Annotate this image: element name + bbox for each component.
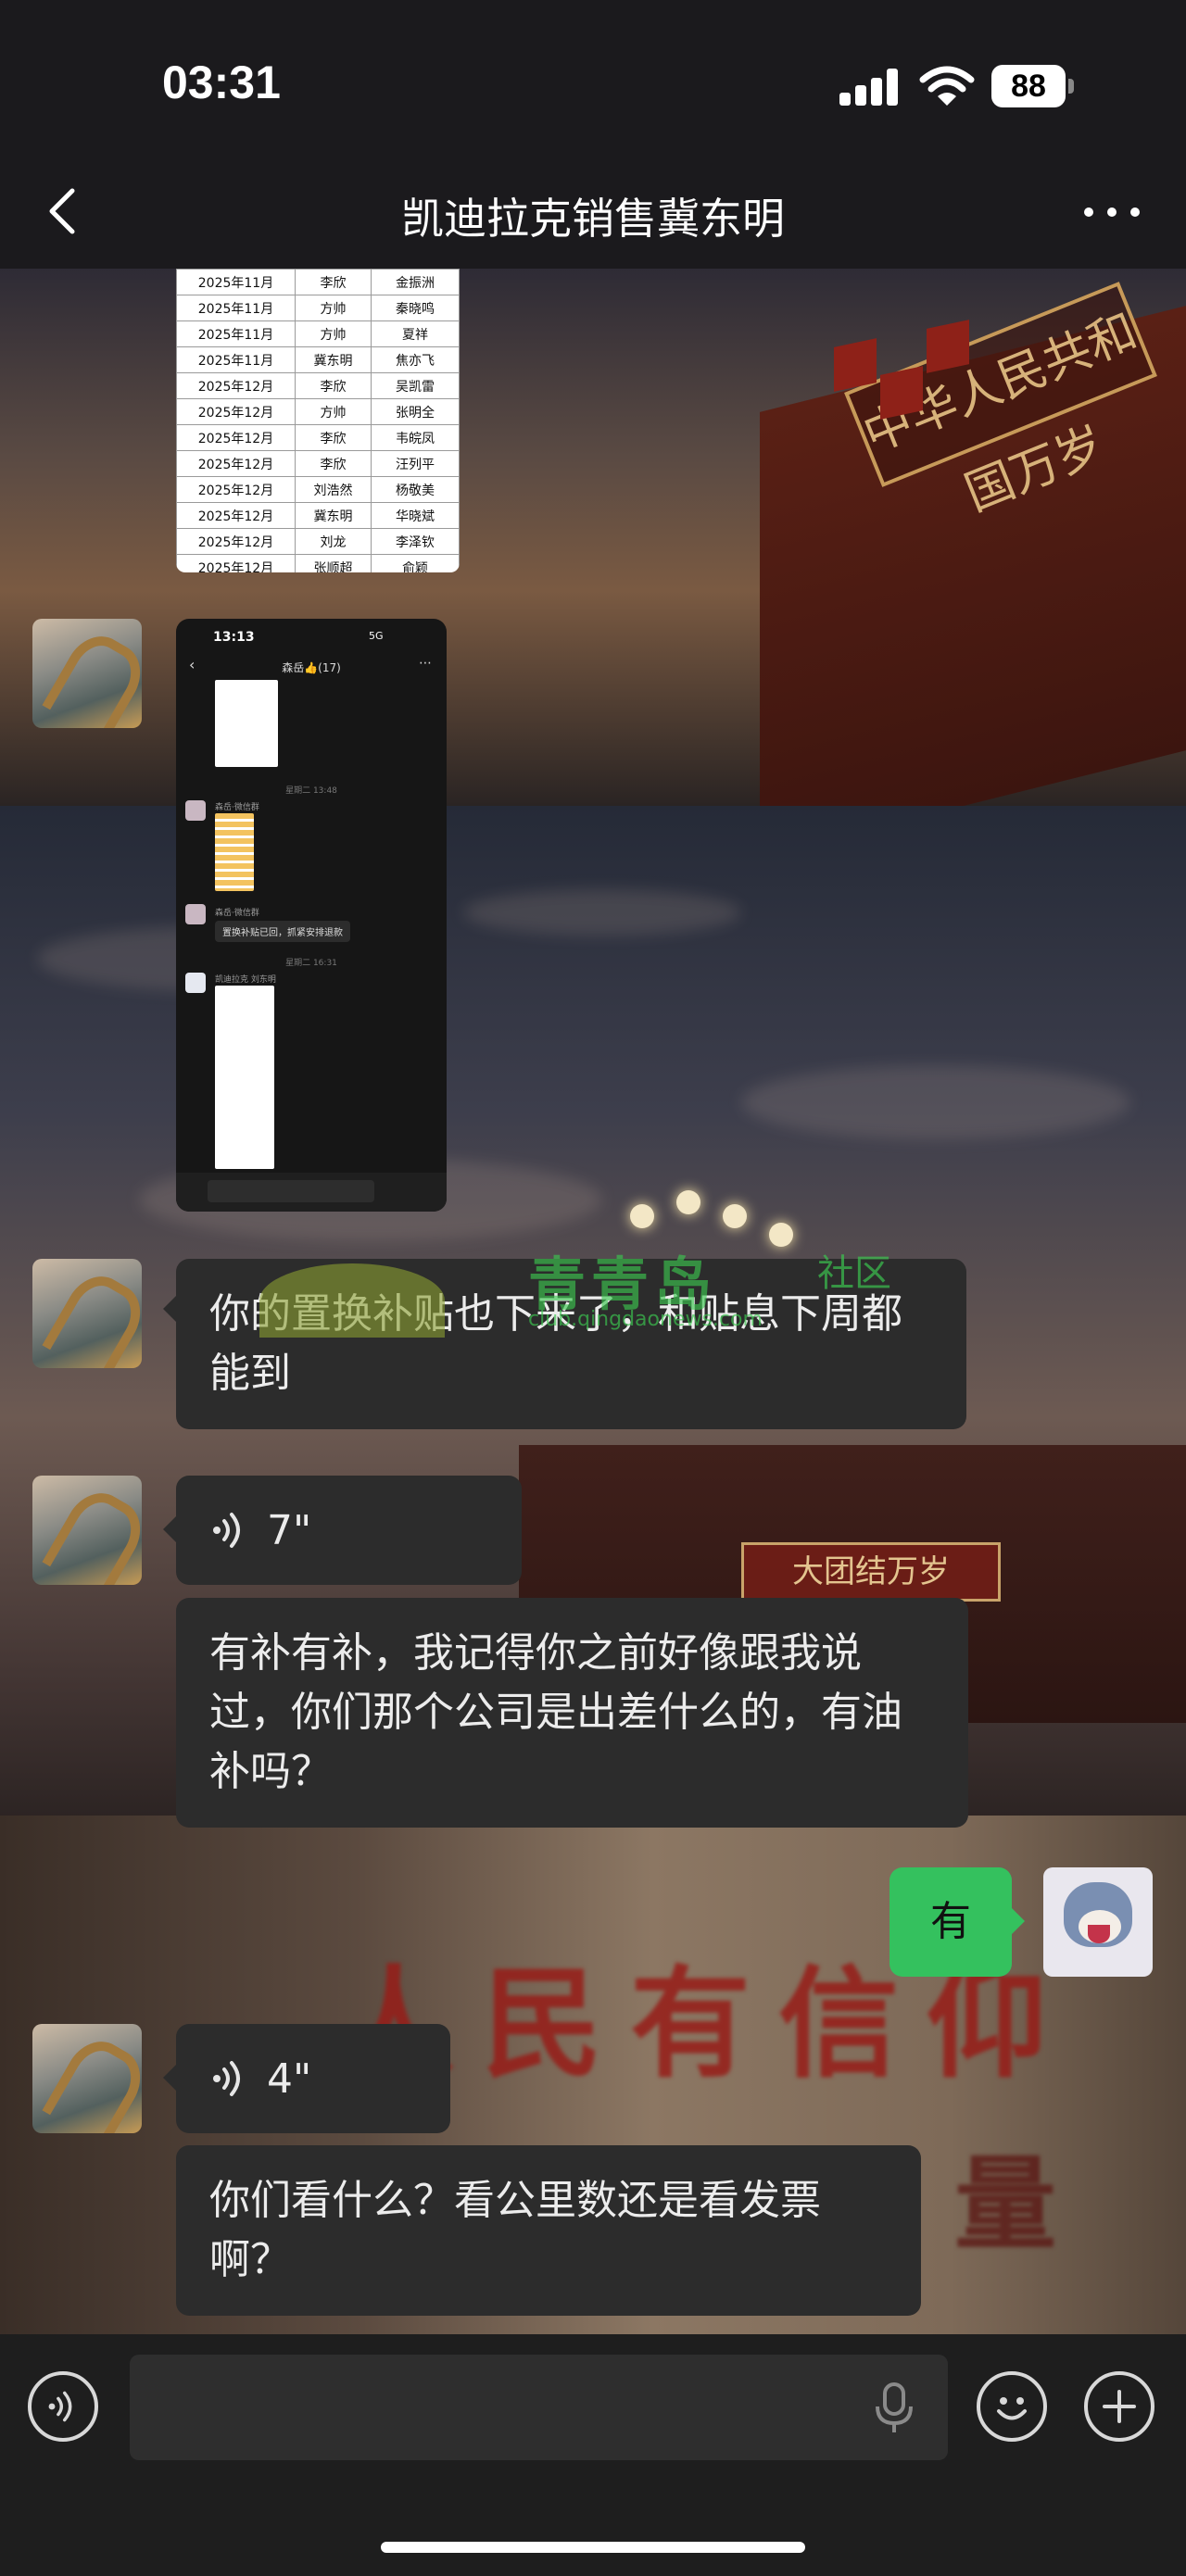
table-cell: 张顺超	[295, 554, 372, 572]
voice-duration: 7"	[267, 1507, 312, 1554]
more-options-icon[interactable]	[1075, 183, 1149, 239]
sales-table-image[interactable]: 2025年11月 李欣 金振洲 2025年11月 方帅 秦晓鸣 2025年11月 方帅 夏祥 20…	[176, 269, 460, 572]
table-cell: 2025年11月	[176, 320, 296, 347]
table-cell: 冀东明	[295, 502, 372, 529]
table-cell: 方帅	[295, 295, 372, 321]
table-cell: 2025年12月	[176, 554, 296, 572]
table-row: 2025年12月 李欣 吴凯雷	[176, 372, 460, 399]
table-cell: 焦亦飞	[371, 346, 460, 373]
table-row: 2025年12月 李欣 韦皖凤	[176, 424, 460, 451]
table-cell: 2025年12月	[176, 528, 296, 555]
table-cell: 华晓斌	[371, 502, 460, 529]
chat-screenshot-image[interactable]: 13:13 5G ‹ 森岳👍(17) ⋯ 星期二 13:48 森岳·微信群 森岳…	[176, 619, 447, 1212]
table-cell: 俞颖	[371, 554, 460, 572]
table-cell: 李泽钦	[371, 528, 460, 555]
table-cell: 夏祥	[371, 320, 460, 347]
table-cell: 2025年11月	[176, 269, 296, 295]
table-row: 2025年12月 刘浩然 杨敬美	[176, 476, 460, 503]
table-cell: 李欣	[295, 424, 372, 451]
table-cell: 2025年11月	[176, 295, 296, 321]
message-bubble[interactable]: 有补有补，我记得你之前好像跟我说过，你们那个公司是出差什么的，有油补吗？	[176, 1598, 968, 1828]
voice-wave-icon	[213, 1513, 240, 1548]
table-cell: 方帅	[295, 320, 372, 347]
smiley-icon	[997, 2397, 1027, 2420]
table-cell: 李欣	[295, 450, 372, 477]
table-cell: 2025年12月	[176, 502, 296, 529]
message-bubble[interactable]: 你的置换补贴也下来了，和贴息下周都能到	[163, 1259, 966, 1429]
table-cell: 秦晓鸣	[371, 295, 460, 321]
my-avatar[interactable]	[1043, 1867, 1153, 1977]
emoji-button[interactable]	[977, 2371, 1047, 2442]
battery-level: 88	[991, 65, 1066, 107]
plus-icon	[1103, 2390, 1136, 2423]
battery-indicator: 88	[991, 65, 1075, 107]
contact-avatar[interactable]	[32, 1476, 142, 1585]
table-cell: 2025年12月	[176, 398, 296, 425]
status-bar: 03:31 88	[0, 0, 1186, 157]
table-cell: 2025年12月	[176, 424, 296, 451]
table-cell: 冀东明	[295, 346, 372, 373]
table-cell: 杨敬美	[371, 476, 460, 503]
table-row: 2025年12月 方帅 张明全	[176, 398, 460, 425]
table-cell: 李欣	[295, 372, 372, 399]
message-input[interactable]	[130, 2355, 948, 2460]
cellular-signal-icon	[839, 69, 901, 106]
table-cell: 2025年12月	[176, 372, 296, 399]
chat-header: 凯迪拉克销售冀东明	[0, 157, 1186, 269]
table-cell: 刘浩然	[295, 476, 372, 503]
table-cell: 2025年12月	[176, 476, 296, 503]
more-functions-button[interactable]	[1084, 2371, 1154, 2442]
table-row: 2025年12月 冀东明 华晓斌	[176, 502, 460, 529]
wifi-icon	[919, 66, 975, 106]
table-row: 2025年11月 方帅 夏祥	[176, 320, 460, 347]
input-toolbar	[0, 2334, 1186, 2576]
table-cell: 金振洲	[371, 269, 460, 295]
table-cell: 2025年12月	[176, 450, 296, 477]
message-list[interactable]: 2025年11月 李欣 金振洲 2025年11月 方帅 秦晓鸣 2025年11月 方帅 夏祥 20…	[0, 269, 1186, 2334]
table-row: 2025年11月 冀东明 焦亦飞	[176, 346, 460, 373]
voice-message[interactable]: 4"	[163, 2024, 450, 2133]
contact-avatar[interactable]	[32, 619, 142, 728]
table-row: 2025年12月 刘龙 李泽钦	[176, 528, 460, 555]
table-cell: 吴凯雷	[371, 372, 460, 399]
my-message-bubble[interactable]: 有	[890, 1867, 1025, 1977]
table-cell: 汪列平	[371, 450, 460, 477]
table-cell: 张明全	[371, 398, 460, 425]
message-bubble[interactable]: 你们看什么？看公里数还是看发票啊？	[176, 2145, 921, 2316]
contact-avatar[interactable]	[32, 2024, 142, 2133]
table-row: 2025年11月 李欣 金振洲	[176, 269, 460, 295]
chat-title: 凯迪拉克销售冀东明	[401, 194, 785, 244]
home-indicator[interactable]	[381, 2542, 805, 2553]
voice-message[interactable]: 7"	[163, 1476, 522, 1585]
table-cell: 方帅	[295, 398, 372, 425]
voice-input-button[interactable]	[28, 2371, 98, 2442]
microphone-icon[interactable]	[871, 2382, 917, 2434]
voice-wave-icon	[213, 2061, 240, 2096]
status-time: 03:31	[162, 57, 281, 108]
table-row: 2025年12月 张顺超 俞颖	[176, 554, 460, 572]
contact-avatar[interactable]	[32, 1259, 142, 1368]
sales-table: 2025年11月 李欣 金振洲 2025年11月 方帅 秦晓鸣 2025年11月 方帅 夏祥 20…	[176, 269, 460, 572]
table-cell: 韦皖凤	[371, 424, 460, 451]
table-cell: 刘龙	[295, 528, 372, 555]
table-row: 2025年12月 李欣 汪列平	[176, 450, 460, 477]
table-row: 2025年11月 方帅 秦晓鸣	[176, 295, 460, 321]
table-cell: 李欣	[295, 269, 372, 295]
screenshot-more-icon: ⋯	[419, 656, 432, 671]
table-cell: 2025年11月	[176, 346, 296, 373]
voice-wave-icon	[48, 2391, 72, 2422]
voice-duration: 4"	[267, 2055, 312, 2103]
